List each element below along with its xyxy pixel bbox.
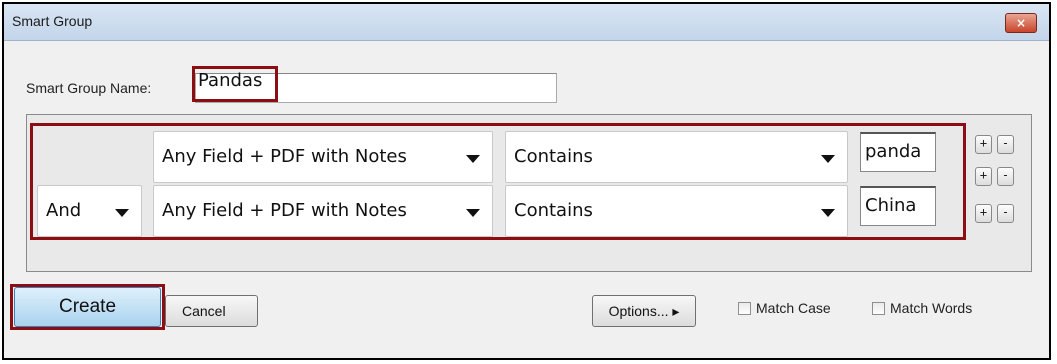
match-case-label: Match Case xyxy=(756,300,831,316)
rules-highlight xyxy=(30,123,966,240)
add-row-button-1[interactable]: + xyxy=(975,135,992,154)
add-row-button-3[interactable]: + xyxy=(975,204,992,223)
match-case-checkbox[interactable] xyxy=(738,302,751,315)
add-row-button-2[interactable]: + xyxy=(975,167,992,186)
smart-group-name-label: Smart Group Name: xyxy=(26,80,152,96)
cancel-button[interactable]: Cancel xyxy=(165,295,258,327)
plus-icon: + xyxy=(979,136,988,150)
minus-icon: - xyxy=(1001,168,1010,182)
create-highlight xyxy=(10,284,165,330)
match-words-checkbox[interactable] xyxy=(872,302,885,315)
plus-icon: + xyxy=(979,205,988,219)
minus-icon: - xyxy=(1001,136,1010,150)
minus-icon: - xyxy=(1001,205,1010,219)
name-highlight xyxy=(192,66,278,102)
close-button[interactable]: × xyxy=(1005,13,1037,33)
remove-row-button-1[interactable]: - xyxy=(997,135,1014,154)
options-button[interactable]: Options... ▸ xyxy=(592,295,696,327)
plus-icon: + xyxy=(979,168,988,182)
window-title: Smart Group xyxy=(12,13,93,29)
match-words-label: Match Words xyxy=(890,300,973,316)
remove-row-button-2[interactable]: - xyxy=(997,167,1014,186)
close-icon: × xyxy=(1015,16,1027,30)
remove-row-button-3[interactable]: - xyxy=(997,204,1014,223)
title-bar: Smart Group × xyxy=(4,4,1049,41)
